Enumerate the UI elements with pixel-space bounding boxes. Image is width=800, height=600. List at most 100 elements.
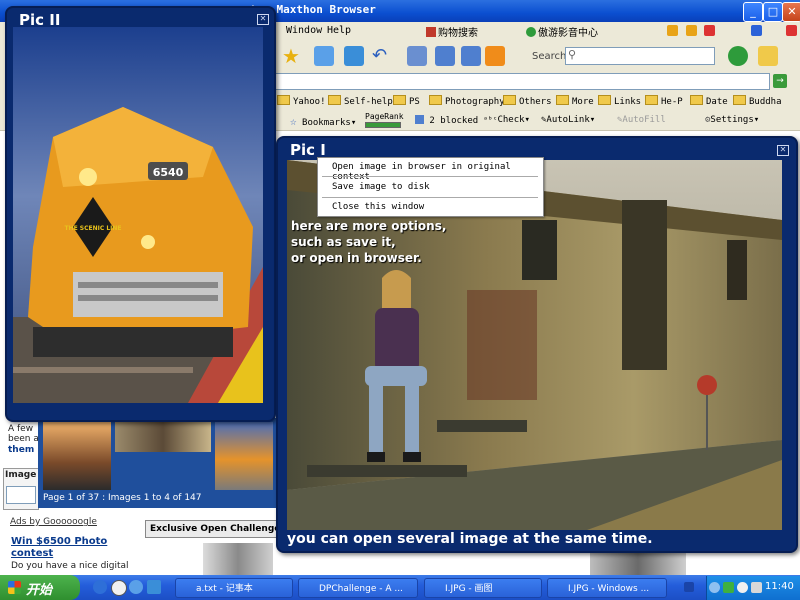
media-center-label: 傲游影音中心 (538, 28, 598, 39)
folder-icon (393, 95, 406, 105)
folder-icon (277, 95, 290, 105)
taskbar-item-viewer[interactable]: I.JPG - Windows ... (547, 578, 667, 598)
pic1-hint-line: or open in browser. (291, 251, 422, 265)
gallery-thumb-rails[interactable] (43, 422, 111, 490)
link-yahoo[interactable]: Yahoo! (277, 95, 326, 107)
link-he-p[interactable]: He-P (645, 95, 683, 107)
folder-icon (645, 95, 658, 105)
challenge-tab[interactable]: Exclusive Open Challenge W (145, 520, 283, 538)
autofill-label: AutoFill (622, 115, 666, 125)
folder-icon (556, 95, 569, 105)
pic1-hint-line: such as save it, (291, 235, 396, 249)
taskbar-scroll-icon[interactable] (684, 582, 694, 592)
menu-window[interactable]: Window (286, 25, 322, 36)
capture-icon[interactable] (344, 46, 364, 66)
maximize-button[interactable]: □ (763, 2, 783, 22)
add-feed-icon[interactable] (314, 46, 334, 66)
link-others[interactable]: Others (503, 95, 552, 107)
nav-forward-icon[interactable] (686, 25, 697, 36)
menu-close-window[interactable]: Close this window (332, 202, 424, 212)
tray-messenger-icon[interactable] (737, 582, 748, 593)
link-self-help[interactable]: Self-help (328, 95, 393, 107)
link-more[interactable]: More (556, 95, 594, 107)
link-photography[interactable]: Photography (429, 95, 505, 107)
ie-quicklaunch-icon[interactable] (129, 580, 143, 594)
menu-separator (322, 197, 538, 198)
desktop-quicklaunch-icon[interactable] (147, 580, 161, 594)
settings-label: Settings (710, 115, 754, 125)
link-label: Links (614, 97, 642, 107)
search-input[interactable] (565, 47, 715, 65)
menu-open-in-browser[interactable]: Open image in browser in original contex… (332, 162, 543, 182)
ad-link[interactable]: Win $6500 Photo contest (11, 536, 121, 560)
folder-icon (429, 95, 442, 105)
bookmarks-menu[interactable]: ☆ Bookmarks▾ (290, 115, 356, 128)
link-label: Self-help (344, 97, 393, 107)
search-engine-icon[interactable] (728, 46, 748, 66)
gallery-thumb-train[interactable] (115, 422, 211, 452)
autolink-button[interactable]: ✎AutoLink▾ (541, 115, 595, 125)
menu-help[interactable]: Help (327, 25, 351, 36)
image-input[interactable] (6, 486, 36, 504)
link-date[interactable]: Date (690, 95, 728, 107)
window-close-small-icon[interactable] (786, 25, 797, 36)
pic1-close-icon[interactable]: ✕ (777, 145, 789, 156)
right-thumbnail[interactable] (590, 551, 686, 575)
play-icon (526, 27, 536, 37)
link-label: Others (519, 97, 552, 107)
link-links[interactable]: Links (598, 95, 641, 107)
pagerank-label: PageRank (365, 112, 404, 121)
page-snippet: A few (8, 424, 34, 434)
link-buddha[interactable]: Buddha (733, 95, 782, 107)
shopping-search-label: 购物搜索 (438, 28, 478, 39)
window-restore-icon[interactable] (751, 25, 762, 36)
tray-network-icon[interactable] (723, 582, 734, 593)
autofill-button[interactable]: ✎AutoFill (617, 115, 666, 125)
start-button[interactable]: 开始 (0, 575, 80, 600)
blocked-popups[interactable]: 2 blocked (415, 115, 478, 126)
check-button[interactable]: ᵃᵇᶜCheck▾ (483, 115, 530, 125)
address-input[interactable] (260, 73, 770, 90)
gallery-thumb-locomotive[interactable] (215, 422, 273, 490)
taskbar-item-paint[interactable]: I.JPG - 画图 (424, 578, 542, 598)
undo-icon[interactable]: ↶ (372, 46, 392, 66)
pic1-hint-line: here are more options, (291, 219, 447, 233)
link-label: PS (409, 97, 420, 107)
ads-header[interactable]: Ads by Goooooogle (10, 517, 97, 527)
challenge-thumbnail[interactable] (203, 543, 273, 575)
sidebar-icon[interactable] (435, 46, 455, 66)
folder-icon (598, 95, 611, 105)
taskbar-item-dpchallenge[interactable]: DPChallenge - A ... (298, 578, 418, 598)
edit-icon[interactable] (461, 46, 481, 66)
folder-icon (328, 95, 341, 105)
tray-arrow-icon[interactable] (709, 582, 720, 593)
pic1-caption: you can open several image at the same t… (287, 531, 653, 547)
minimize-button[interactable]: _ (743, 2, 763, 22)
pagerank-meter[interactable]: PageRank (365, 112, 404, 121)
tray-volume-icon[interactable] (751, 582, 762, 593)
media-center-link[interactable]: 傲游影音中心 (526, 24, 598, 39)
close-button[interactable]: ✕ (782, 2, 800, 22)
nav-back-icon[interactable] (667, 25, 678, 36)
pic2-close-icon[interactable]: ✕ (257, 14, 269, 25)
link-ps[interactable]: PS (393, 95, 420, 107)
check-label: Check (497, 115, 525, 125)
highlight-icon[interactable] (758, 46, 778, 66)
ad-text: Do you have a nice digital (11, 561, 129, 571)
menu-save-image[interactable]: Save image to disk (332, 182, 430, 192)
taskbar-item-notepad[interactable]: a.txt - 记事本 (175, 578, 293, 598)
page-snippet-link[interactable]: them (8, 445, 34, 455)
bookmarks-label: Bookmarks (302, 118, 351, 128)
browser-quicklaunch-icon[interactable] (93, 580, 107, 594)
messenger-quicklaunch-icon[interactable] (111, 580, 127, 596)
tabs-icon[interactable] (407, 46, 427, 66)
rss-icon[interactable] (485, 46, 505, 66)
settings-button[interactable]: ⚙Settings▾ (705, 115, 759, 125)
page-snippet: been a (8, 434, 39, 444)
shopping-search-link[interactable]: 购物搜索 (426, 24, 478, 39)
folder-icon (733, 95, 746, 105)
link-label: Date (706, 97, 728, 107)
favorite-star-icon[interactable]: ★ (282, 46, 302, 66)
tab-close-icon[interactable] (704, 25, 715, 36)
go-button[interactable]: → (773, 74, 787, 88)
